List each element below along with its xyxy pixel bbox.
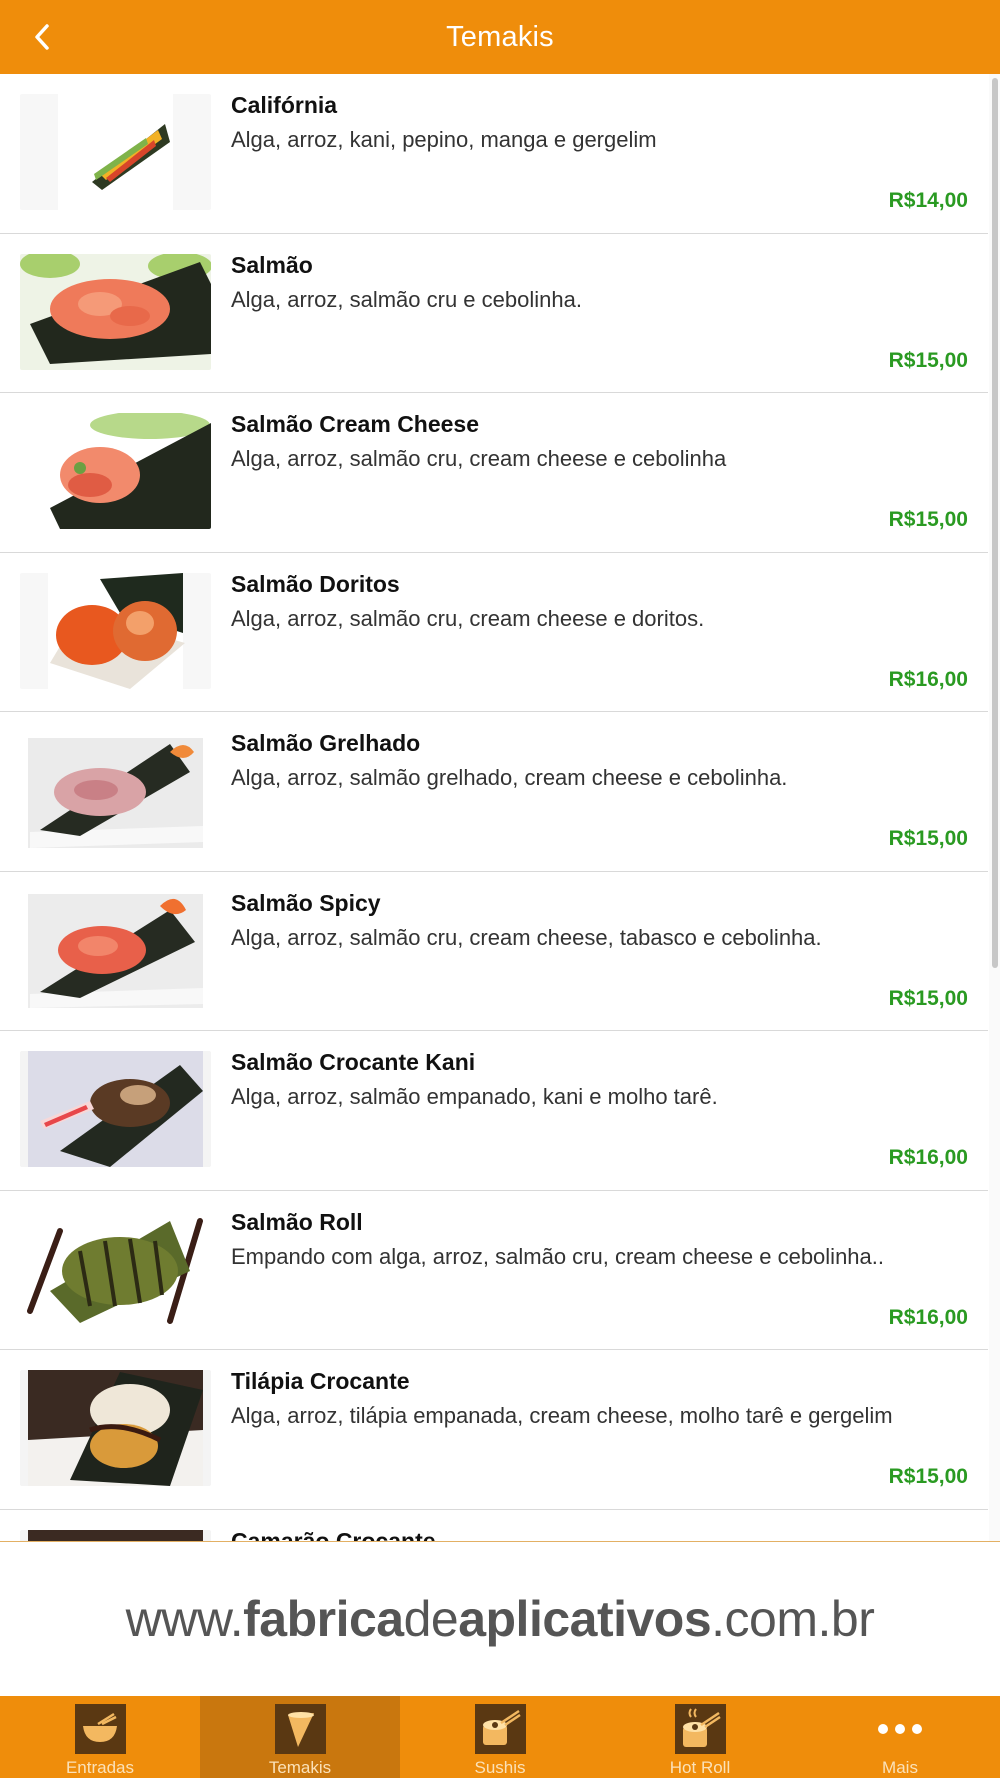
product-price: R$15,00	[888, 986, 968, 1010]
product-description: Empando com alga, arroz, salmão cru, cre…	[231, 1243, 884, 1269]
bowl-icon	[74, 1704, 126, 1754]
product-image	[20, 891, 211, 1008]
product-name: Salmão Doritos	[231, 570, 400, 597]
page-title: Temakis	[446, 20, 554, 53]
tab-label: Temakis	[268, 1758, 332, 1777]
product-price: R$14,00	[888, 189, 968, 212]
tab-label: Mais	[882, 1758, 918, 1777]
tab-label: Entradas	[65, 1758, 135, 1777]
product-price: R$16,00	[888, 1146, 968, 1169]
product-name: Salmão Cream Cheese	[231, 411, 480, 437]
product-price: R$15,00	[888, 1465, 968, 1488]
banner-suffix: .com.br	[711, 1591, 875, 1647]
list-item[interactable]: Salmão Cream Cheese Alga, arroz, salmão …	[0, 393, 988, 553]
product-name: Salmão Grelhado	[231, 730, 421, 756]
product-name: Camarão Crocante	[231, 1527, 436, 1542]
list-item[interactable]: Salmão Doritos Alga, arroz, salmão cru, …	[0, 553, 988, 712]
banner-part3: aplicativos	[458, 1591, 712, 1647]
product-price: R$15,00	[888, 827, 968, 850]
product-price: R$15,00	[888, 348, 968, 372]
product-name: Califórnia	[231, 92, 338, 118]
tab-temakis[interactable]: Temakis	[200, 1696, 400, 1778]
product-image	[20, 1051, 211, 1167]
banner-url: www.fabricadeaplicativos.com.br	[126, 1590, 875, 1648]
product-name: Salmão Spicy	[231, 889, 381, 916]
product-description: Alga, arroz, salmão empanado, kani e mol…	[231, 1084, 718, 1109]
tab-sushis[interactable]: Sushis	[400, 1696, 600, 1778]
list-item[interactable]: Tilápia Crocante Alga, arroz, tilápia em…	[0, 1350, 988, 1510]
product-image	[20, 1210, 211, 1327]
hot-roll-icon	[674, 1704, 726, 1754]
product-image	[20, 1529, 211, 1541]
app-header: Temakis	[0, 0, 1000, 74]
back-button[interactable]	[22, 17, 62, 57]
product-image	[20, 1370, 211, 1486]
more-dots-icon	[878, 1704, 922, 1754]
tab-label: Hot Roll	[669, 1758, 731, 1777]
product-image	[20, 94, 211, 210]
list-item[interactable]: Salmão Spicy Alga, arroz, salmão cru, cr…	[0, 872, 988, 1031]
product-description: Alga, arroz, kani, pepino, manga e gerge…	[231, 127, 657, 152]
list-item[interactable]: Camarão Crocante	[0, 1510, 988, 1542]
product-name: Tilápia Crocante	[231, 1368, 410, 1394]
list-item[interactable]: Califórnia Alga, arroz, kani, pepino, ma…	[0, 74, 988, 234]
product-description: Alga, arroz, salmão cru, cream cheese, t…	[231, 924, 822, 950]
product-name: Salmão	[231, 251, 313, 278]
chevron-left-icon	[35, 24, 49, 50]
product-price: R$16,00	[888, 1305, 968, 1329]
scrollbar-thumb[interactable]	[992, 78, 998, 968]
product-name: Salmão Crocante Kani	[231, 1049, 476, 1075]
banner-part2: de	[403, 1591, 459, 1647]
product-list[interactable]: Califórnia Alga, arroz, kani, pepino, ma…	[0, 74, 988, 1541]
product-price: R$15,00	[888, 508, 968, 531]
list-item[interactable]: Salmão Crocante Kani Alga, arroz, salmão…	[0, 1031, 988, 1191]
product-description: Alga, arroz, salmão cru, cream cheese e …	[231, 446, 727, 471]
tab-entradas[interactable]: Entradas	[0, 1696, 200, 1778]
list-item[interactable]: Salmão Alga, arroz, salmão cru e cebolin…	[0, 234, 988, 393]
tab-hot-roll[interactable]: Hot Roll	[600, 1696, 800, 1778]
banner-part1: fabrica	[243, 1591, 404, 1647]
ad-banner[interactable]: www.fabricadeaplicativos.com.br	[0, 1541, 1000, 1696]
list-item[interactable]: Salmão Roll Empando com alga, arroz, sal…	[0, 1191, 988, 1350]
sushi-roll-icon	[474, 1704, 526, 1754]
product-image	[20, 572, 211, 689]
list-item[interactable]: Salmão Grelhado Alga, arroz, salmão grel…	[0, 712, 988, 872]
tab-label: Sushis	[474, 1758, 526, 1777]
product-description: Alga, arroz, salmão grelhado, cream chee…	[231, 765, 788, 790]
product-description: Alga, arroz, salmão cru e cebolinha.	[231, 286, 582, 312]
product-name: Salmão Roll	[231, 1208, 363, 1235]
product-price: R$16,00	[888, 667, 968, 691]
temaki-cone-icon	[274, 1704, 326, 1754]
tab-mais[interactable]: Mais	[800, 1696, 1000, 1778]
product-description: Alga, arroz, tilápia empanada, cream che…	[231, 1403, 893, 1428]
tab-bar: Entradas Temakis Sushis Hot Roll Mais	[0, 1696, 1000, 1778]
banner-prefix: www.	[125, 1591, 244, 1647]
product-image	[20, 732, 211, 848]
product-image	[20, 413, 211, 529]
product-description: Alga, arroz, salmão cru, cream cheese e …	[231, 605, 705, 631]
product-image	[20, 253, 211, 370]
